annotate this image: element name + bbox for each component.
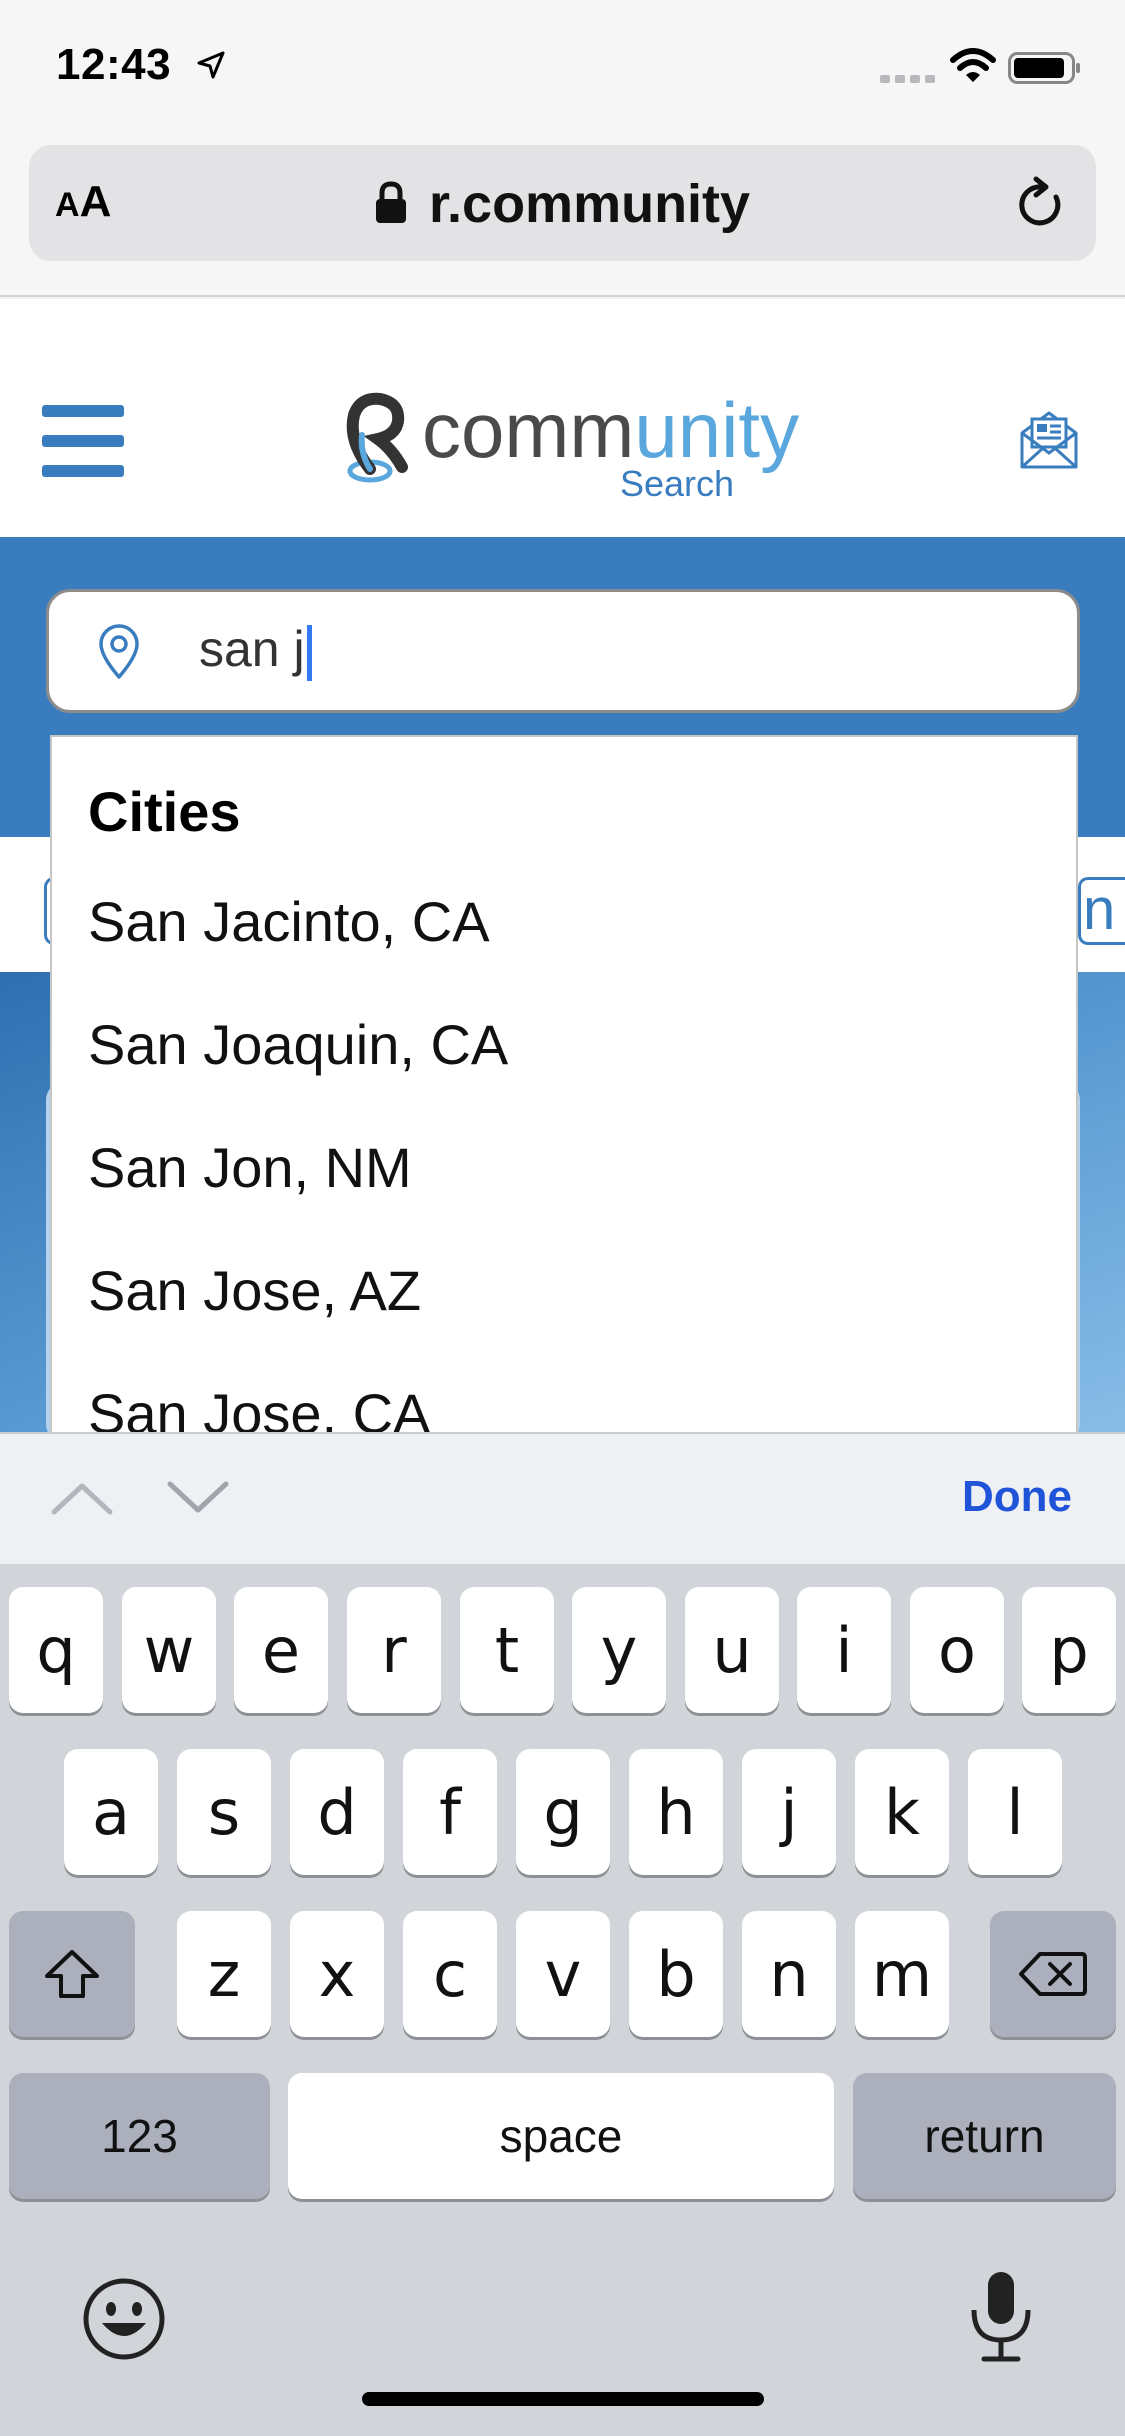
key-a[interactable]: a xyxy=(64,1749,158,1875)
address-bar[interactable]: AA r.community xyxy=(29,145,1096,261)
key-r[interactable]: r xyxy=(347,1587,441,1713)
suggestion-item[interactable]: San Jacinto, CA xyxy=(88,889,490,954)
suggestions-heading: Cities xyxy=(88,780,241,843)
location-search-input[interactable]: san j xyxy=(199,620,312,681)
key-p[interactable]: p xyxy=(1022,1587,1116,1713)
key-c[interactable]: c xyxy=(403,1911,497,2037)
key-y[interactable]: y xyxy=(572,1587,666,1713)
battery-icon xyxy=(1008,52,1080,84)
logo-wordmark: community xyxy=(422,386,800,474)
status-bar: 12:43 xyxy=(0,0,1125,135)
chevron-down-icon[interactable] xyxy=(166,1478,230,1518)
key-j[interactable]: j xyxy=(742,1749,836,1875)
chevron-up-icon[interactable] xyxy=(50,1478,114,1518)
cellular-signal-icon xyxy=(880,75,935,83)
key-s[interactable]: s xyxy=(177,1749,271,1875)
logo-subtitle: Search xyxy=(620,463,735,504)
key-e[interactable]: e xyxy=(234,1587,328,1713)
microphone-icon[interactable] xyxy=(966,2268,1036,2364)
done-button[interactable]: Done xyxy=(962,1472,1072,1522)
wifi-icon xyxy=(950,48,996,82)
key-u[interactable]: u xyxy=(685,1587,779,1713)
key-k[interactable]: k xyxy=(855,1749,949,1875)
shift-icon xyxy=(45,1950,99,1998)
newsletter-icon[interactable] xyxy=(1018,407,1080,471)
community-search-logo[interactable]: community Search xyxy=(340,386,800,511)
location-arrow-icon xyxy=(197,51,225,79)
numbers-key[interactable]: 123 xyxy=(9,2073,270,2199)
shift-key[interactable] xyxy=(9,1911,135,2037)
text-cursor xyxy=(306,624,312,681)
suggestion-item[interactable]: San Jose, CA xyxy=(88,1381,430,1432)
location-search-box[interactable]: san j xyxy=(46,589,1080,713)
key-v[interactable]: v xyxy=(516,1911,610,2037)
suggestion-item[interactable]: San Jon, NM xyxy=(88,1135,412,1200)
key-n[interactable]: n xyxy=(742,1911,836,2037)
key-g[interactable]: g xyxy=(516,1749,610,1875)
tab-right-edge[interactable]: n xyxy=(1078,877,1125,945)
key-d[interactable]: d xyxy=(290,1749,384,1875)
suggestion-item[interactable]: San Joaquin, CA xyxy=(88,1012,508,1077)
key-x[interactable]: x xyxy=(290,1911,384,2037)
space-key[interactable]: space xyxy=(288,2073,834,2199)
key-h[interactable]: h xyxy=(629,1749,723,1875)
key-t[interactable]: t xyxy=(460,1587,554,1713)
emoji-icon[interactable] xyxy=(82,2277,166,2361)
site-header: community Search xyxy=(0,299,1125,537)
reader-text-size-button[interactable]: AA xyxy=(55,177,111,227)
backspace-icon xyxy=(1019,1952,1087,1996)
return-key[interactable]: return xyxy=(853,2073,1116,2199)
logo-pin-mark xyxy=(346,392,408,483)
home-indicator[interactable] xyxy=(362,2392,764,2406)
map-pin-icon xyxy=(99,624,139,679)
backspace-key[interactable] xyxy=(990,1911,1116,2037)
key-f[interactable]: f xyxy=(403,1749,497,1875)
hamburger-menu-icon[interactable] xyxy=(42,405,124,477)
reload-icon[interactable] xyxy=(1012,175,1068,233)
keyboard-accessory-bar: Done xyxy=(0,1432,1125,1564)
key-l[interactable]: l xyxy=(968,1749,1062,1875)
key-w[interactable]: w xyxy=(122,1587,216,1713)
key-i[interactable]: i xyxy=(797,1587,891,1713)
city-suggestions-dropdown: Cities San Jacinto, CA San Joaquin, CA S… xyxy=(50,735,1078,1432)
suggestion-item[interactable]: San Jose, AZ xyxy=(88,1258,421,1323)
url-text[interactable]: r.community xyxy=(429,173,750,235)
browser-toolbar: AA r.community xyxy=(0,135,1125,297)
key-o[interactable]: o xyxy=(910,1587,1004,1713)
key-z[interactable]: z xyxy=(177,1911,271,2037)
key-b[interactable]: b xyxy=(629,1911,723,2037)
status-time: 12:43 xyxy=(56,40,172,89)
key-m[interactable]: m xyxy=(855,1911,949,2037)
key-q[interactable]: q xyxy=(9,1587,103,1713)
lock-icon xyxy=(376,181,406,223)
